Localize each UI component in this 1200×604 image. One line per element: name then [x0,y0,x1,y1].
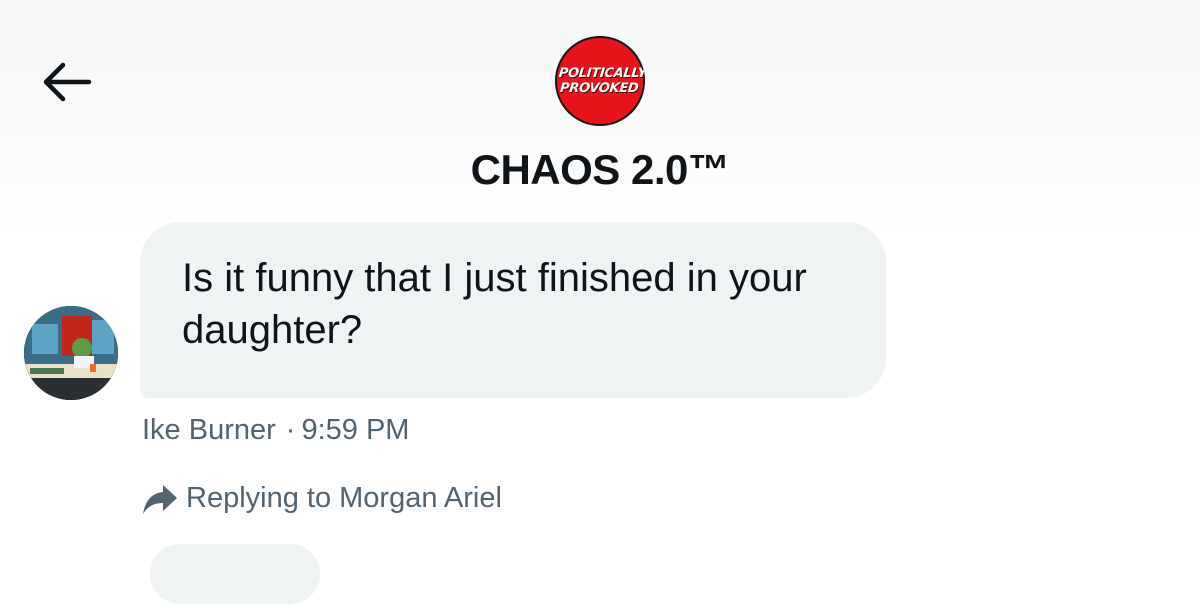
avatar-image [24,306,118,400]
message-bubble[interactable]: Is it funny that I just finished in your… [140,222,886,398]
sender-name[interactable]: Ike Burner [142,414,276,446]
next-message-bubble[interactable] [150,544,320,604]
meta-separator: · [285,414,296,446]
conversation-avatar-logo[interactable]: POLITICALLY PROVOKED [555,36,645,126]
arrow-left-icon [43,62,92,102]
message-meta: Ike Burner · 9:59 PM [142,414,409,447]
conversation-title[interactable]: CHAOS 2.0™ [300,146,900,194]
reply-label: Replying to Morgan Ariel [186,482,502,514]
message-text: Is it funny that I just finished in your… [182,256,807,352]
reply-arrow-icon [142,483,178,515]
reply-indicator[interactable]: Replying to Morgan Ariel [142,482,502,515]
sender-avatar[interactable] [24,306,118,400]
logo-text: POLITICALLY PROVOKED [558,66,645,96]
back-button[interactable] [36,56,96,108]
message-time: 9:59 PM [301,414,410,446]
